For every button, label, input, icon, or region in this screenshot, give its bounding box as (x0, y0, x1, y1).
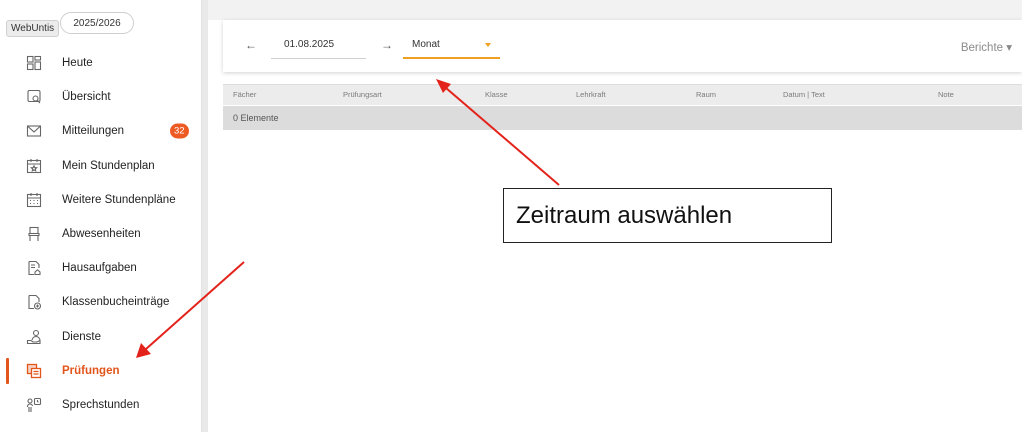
sidebar-item-label: Dienste (62, 330, 101, 343)
sidebar: WebUntis 2025/2026 Heute Übersicht Mitte… (0, 0, 202, 432)
exam-toolbar: ← 01.08.2025 → Monat Berichte ▾ (223, 20, 1022, 72)
sidebar-item-weitere-stundenplaene[interactable]: Weitere Stundenpläne (0, 183, 202, 217)
sidebar-item-label: Weitere Stundenpläne (62, 193, 176, 206)
dashboard-icon (26, 55, 42, 71)
sidebar-item-label: Mein Stundenplan (62, 159, 155, 172)
consultation-icon (26, 397, 42, 413)
arrow-left-icon[interactable]: ← (245, 38, 257, 52)
duty-icon (26, 329, 42, 345)
sidebar-item-klassenbucheintraege[interactable]: Klassenbucheinträge (0, 285, 202, 319)
reports-menu-button[interactable]: Berichte ▾ (961, 40, 1012, 54)
annotation-callout-text: Zeitraum auswählen (516, 201, 733, 229)
table-item-count-row: 0 Elemente (223, 106, 1022, 130)
column-header-raum[interactable]: Raum (696, 90, 716, 99)
date-picker[interactable]: 01.08.2025 (271, 33, 366, 59)
sidebar-item-sprechstunden[interactable]: Sprechstunden (0, 388, 202, 422)
exams-icon (26, 363, 42, 379)
sidebar-item-label: Klassenbucheinträge (62, 296, 170, 309)
brand-label: WebUntis (6, 20, 60, 37)
overview-icon (26, 89, 42, 105)
column-header-datum-text[interactable]: Datum | Text (783, 90, 825, 99)
chevron-down-icon (485, 43, 491, 47)
sidebar-nav: Heute Übersicht Mitteilungen 32 Mein Stu… (0, 46, 202, 422)
period-select[interactable]: Monat (403, 33, 500, 59)
column-header-note[interactable]: Note (938, 90, 954, 99)
homework-icon (26, 260, 42, 276)
sidebar-item-abwesenheiten[interactable]: Abwesenheiten (0, 217, 202, 251)
period-select-value: Monat (412, 39, 440, 50)
sidebar-item-label: Abwesenheiten (62, 228, 141, 241)
chair-icon (26, 226, 42, 242)
sidebar-item-uebersicht[interactable]: Übersicht (0, 80, 202, 114)
annotation-callout-box: Zeitraum auswählen (503, 188, 832, 243)
item-count-text: 0 Elemente (233, 113, 279, 123)
sidebar-item-mein-stundenplan[interactable]: Mein Stundenplan (0, 149, 202, 183)
table-header: Fächer Prüfungsart Klasse Lehrkraft Raum… (223, 84, 1022, 105)
calendar-star-icon (26, 158, 42, 174)
column-header-faecher[interactable]: Fächer (233, 90, 256, 99)
sidebar-item-mitteilungen[interactable]: Mitteilungen 32 (0, 114, 202, 148)
sidebar-item-label: Heute (62, 57, 93, 70)
sidebar-item-heute[interactable]: Heute (0, 46, 202, 80)
classbook-icon (26, 294, 42, 310)
column-header-lehrkraft[interactable]: Lehrkraft (576, 90, 606, 99)
arrow-right-icon[interactable]: → (381, 38, 393, 52)
sidebar-item-dienste[interactable]: Dienste (0, 320, 202, 354)
sidebar-item-label: Hausaufgaben (62, 262, 137, 275)
unread-count-badge: 32 (170, 123, 189, 139)
main-top-strip (208, 0, 1022, 20)
sidebar-item-hausaufgaben[interactable]: Hausaufgaben (0, 251, 202, 285)
column-header-klasse[interactable]: Klasse (485, 90, 508, 99)
column-header-pruefungsart[interactable]: Prüfungsart (343, 90, 382, 99)
sidebar-item-label: Mitteilungen (62, 125, 125, 138)
sidebar-item-label: Prüfungen (62, 364, 120, 377)
sidebar-item-pruefungen[interactable]: Prüfungen (0, 354, 202, 388)
calendar-grid-icon (26, 192, 42, 208)
mail-icon (26, 123, 42, 139)
sidebar-item-label: Übersicht (62, 91, 111, 104)
school-year-selector[interactable]: 2025/2026 (60, 12, 134, 34)
sidebar-item-label: Sprechstunden (62, 398, 140, 411)
